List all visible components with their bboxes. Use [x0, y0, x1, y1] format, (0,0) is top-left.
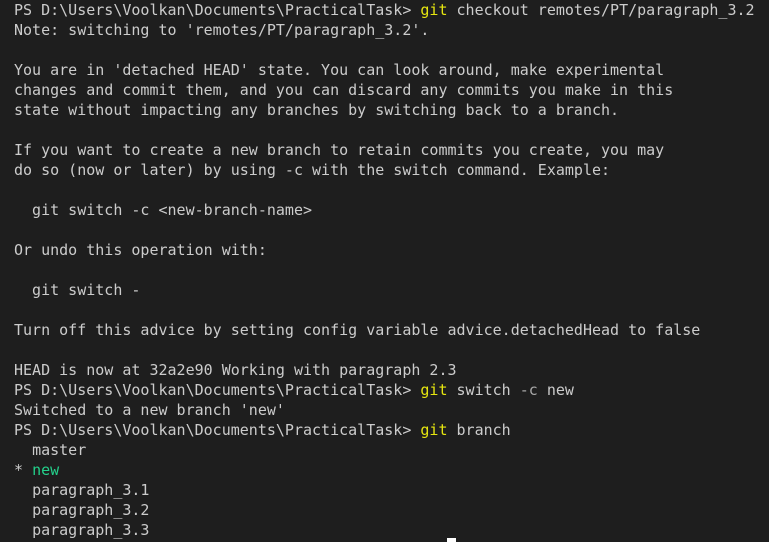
branch-item: paragraph_3.3: [14, 520, 755, 540]
command-value: new: [546, 381, 574, 399]
terminal-line-output: Turn off this advice by setting config v…: [14, 321, 701, 339]
terminal-window[interactable]: PS D:\Users\Voolkan\Documents\PracticalT…: [0, 0, 769, 542]
terminal-line-output: changes and commit them, and you can dis…: [14, 81, 674, 99]
prompt-text: PS D:\Users\Voolkan\Documents\PracticalT…: [14, 1, 412, 19]
terminal-cursor: [447, 538, 456, 542]
branch-item-current: * new: [14, 460, 755, 480]
prompt-text: PS D:\Users\Voolkan\Documents\PracticalT…: [14, 421, 412, 439]
command-flag: -c: [519, 381, 538, 399]
command-subcommand: switch: [456, 381, 511, 399]
terminal-line-output: git switch -: [14, 281, 141, 299]
branch-item-master: master: [14, 440, 755, 460]
command-name: git: [420, 1, 448, 19]
command-name: git: [420, 381, 448, 399]
branch-name: paragraph_3.1: [32, 481, 150, 499]
terminal-line-prompt-switch: PS D:\Users\Voolkan\Documents\PracticalT…: [14, 380, 755, 400]
terminal-line-output: Switched to a new branch 'new': [14, 401, 285, 419]
terminal-line-prompt-branch: PS D:\Users\Voolkan\Documents\PracticalT…: [14, 420, 755, 440]
command-name: git: [420, 421, 448, 439]
terminal-line-output: HEAD is now at 32a2e90 Working with para…: [14, 361, 457, 379]
terminal-line-output: do so (now or later) by using -c with th…: [14, 161, 611, 179]
terminal-line-output: You are in 'detached HEAD' state. You ca…: [14, 61, 665, 79]
terminal-line-prompt-checkout: PS D:\Users\Voolkan\Documents\PracticalT…: [14, 0, 755, 20]
terminal-line-output: If you want to create a new branch to re…: [14, 141, 665, 159]
current-branch-name: new: [32, 461, 60, 479]
prompt-text: PS D:\Users\Voolkan\Documents\PracticalT…: [14, 381, 412, 399]
terminal-line-output: state without impacting any branches by …: [14, 101, 620, 119]
terminal-line-output: Note: switching to 'remotes/PT/paragraph…: [14, 21, 430, 39]
terminal-line-output: Or undo this operation with:: [14, 241, 267, 259]
branch-item: paragraph_3.2: [14, 500, 755, 520]
terminal-line-output: git switch -c <new-branch-name>: [14, 201, 313, 219]
command-args: checkout remotes/PT/paragraph_3.2: [456, 1, 755, 19]
branch-name: master: [32, 441, 87, 459]
branch-name: paragraph_3.2: [32, 501, 150, 519]
command-args: branch: [456, 421, 511, 439]
terminal-output: PS D:\Users\Voolkan\Documents\PracticalT…: [14, 0, 755, 540]
branch-name: paragraph_3.3: [32, 521, 150, 539]
current-branch-marker: *: [14, 461, 24, 479]
branch-item: paragraph_3.1: [14, 480, 755, 500]
